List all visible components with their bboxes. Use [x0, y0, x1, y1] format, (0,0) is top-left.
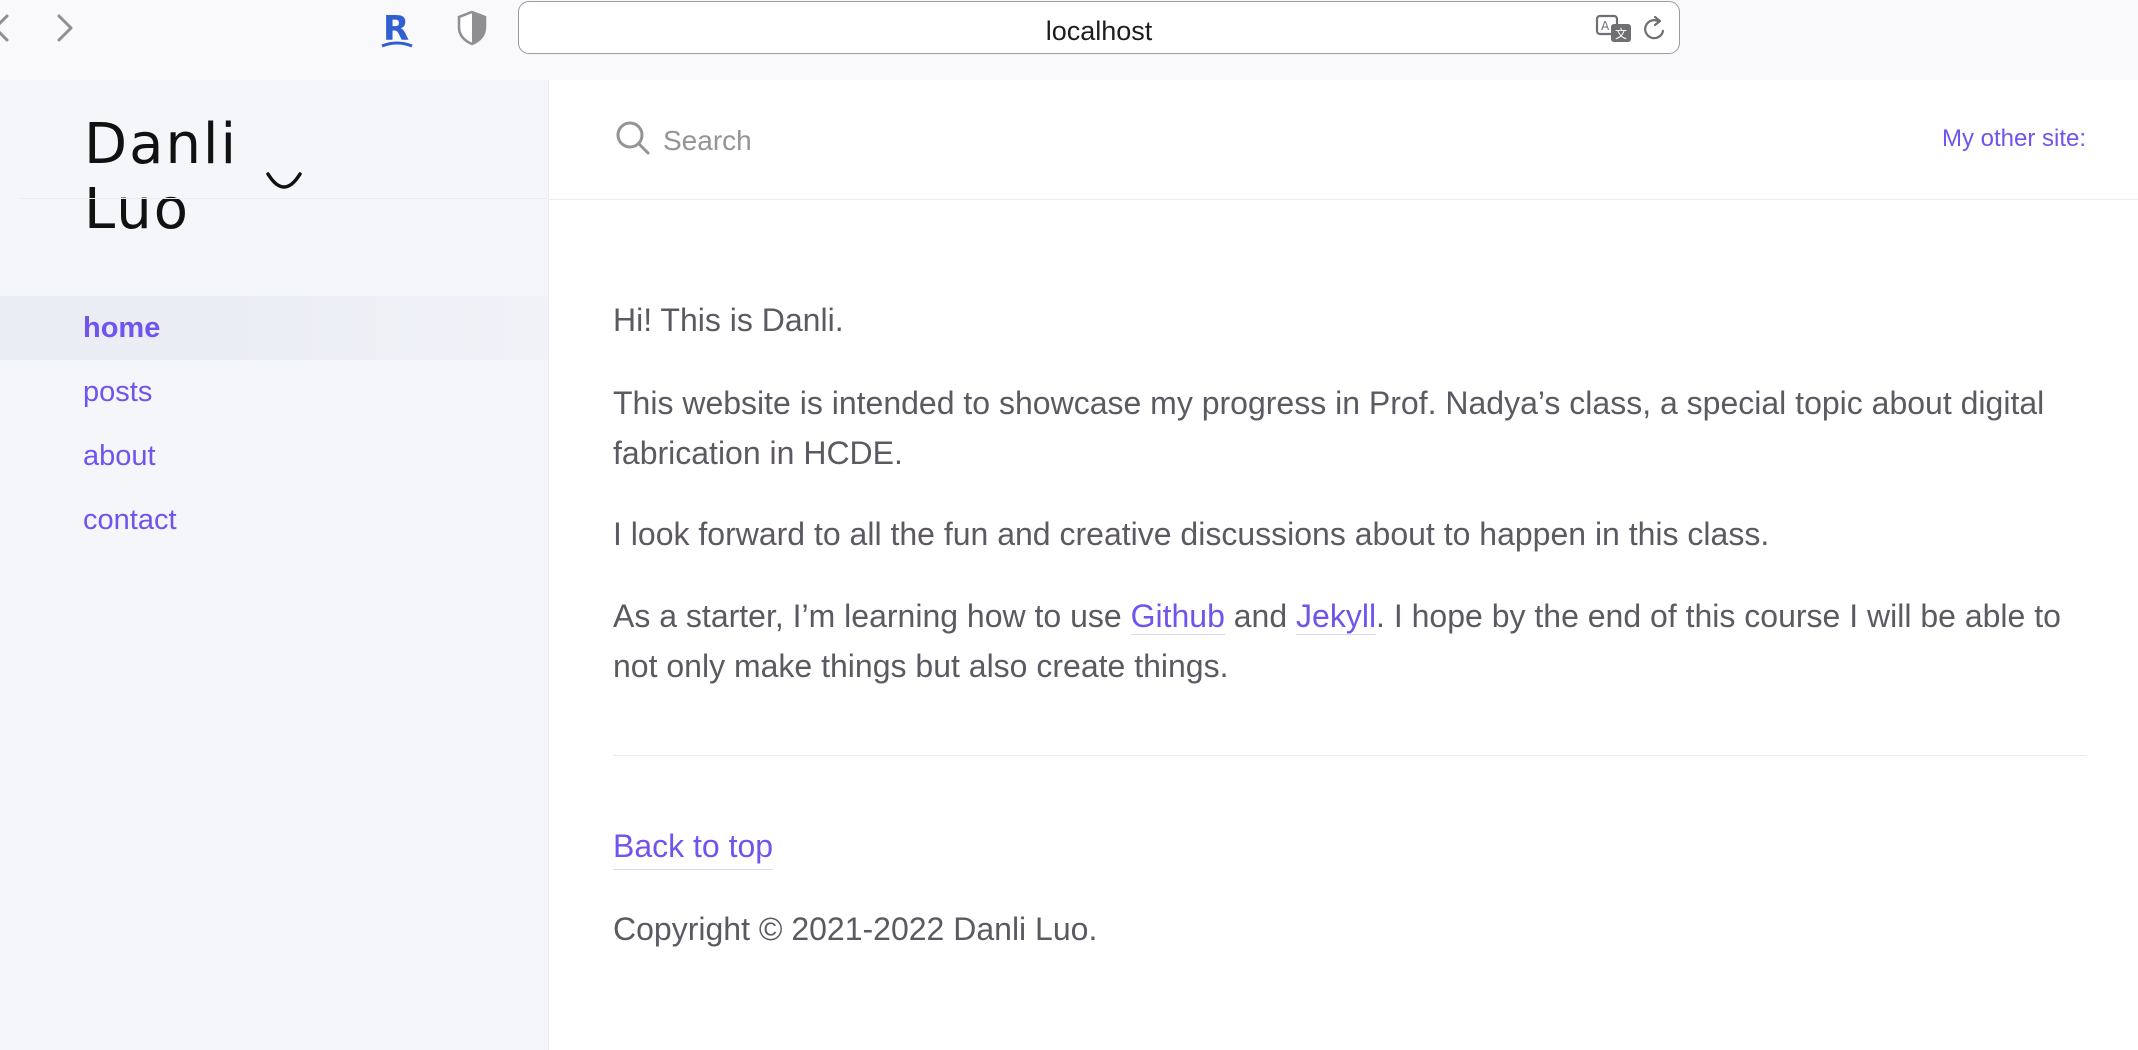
url-text: localhost	[1045, 16, 1153, 46]
address-bar[interactable]: localhost A 文	[518, 1, 1680, 54]
chevron-left-icon[interactable]	[0, 6, 16, 50]
chevron-right-icon[interactable]	[50, 6, 80, 50]
greeting-text: Hi! This is Danli.	[613, 302, 844, 338]
sidebar-item-posts[interactable]: posts	[0, 360, 548, 424]
other-site-link[interactable]: My other site:	[1942, 125, 2086, 153]
footer-divider	[613, 755, 2086, 756]
sidebar-divider	[20, 198, 548, 199]
sidebar-item-contact[interactable]: contact	[0, 488, 548, 552]
back-to-top-link[interactable]: Back to top	[613, 823, 774, 870]
and-text: and	[1224, 598, 1297, 634]
copyright-text: Copyright © 2021-2022 Danli Luo.	[613, 911, 1098, 947]
starter-prefix: As a starter, I’m learning how to use	[613, 598, 1131, 634]
github-link[interactable]: Github	[1130, 598, 1225, 635]
sidebar-item-about[interactable]: about	[0, 424, 548, 488]
search-icon	[616, 121, 650, 155]
reload-icon[interactable]	[1641, 13, 1669, 45]
shield-icon[interactable]	[450, 4, 494, 52]
page-header: My other site:	[549, 80, 2138, 200]
translate-icon[interactable]: A 文	[1595, 13, 1633, 45]
browser-toolbar: R localhost A 文	[0, 0, 2138, 80]
site-logo[interactable]: Danli Luo	[84, 94, 344, 242]
sidebar: Danli Luo home posts about contact	[0, 80, 549, 1050]
r-extension-icon[interactable]: R	[375, 4, 419, 52]
search-input[interactable]	[661, 110, 1365, 172]
svg-text:A: A	[1601, 19, 1610, 33]
sidebar-nav: home posts about contact	[0, 296, 548, 552]
jekyll-link[interactable]: Jekyll	[1296, 598, 1377, 635]
intro-text: This website is intended to showcase my …	[613, 385, 2045, 471]
starter-paragraph: As a starter, I’m learning how to use Gi…	[613, 591, 2088, 691]
svg-text:文: 文	[1615, 26, 1627, 41]
sidebar-item-home[interactable]: home	[0, 296, 548, 360]
forward-text: I look forward to all the fun and creati…	[613, 516, 1770, 552]
smile-icon	[266, 172, 302, 189]
